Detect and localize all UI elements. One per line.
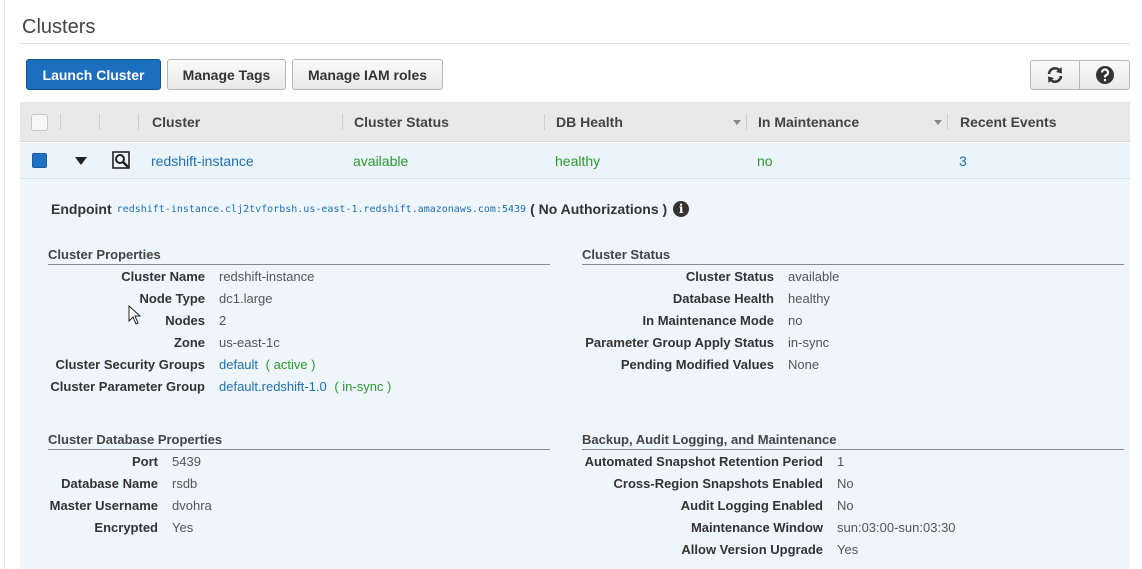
manage-tags-button[interactable]: Manage Tags (167, 59, 286, 90)
pending-values-value: None (788, 357, 820, 372)
cluster-status-value: available (788, 269, 840, 284)
param-apply-status-label: Parameter Group Apply Status (585, 335, 774, 350)
maintenance-mode-label: In Maintenance Mode (642, 313, 774, 328)
sort-caret-icon[interactable] (733, 120, 741, 125)
help-icon (1095, 66, 1114, 84)
backup-maintenance-section: Backup, Audit Logging, and Maintenance (582, 432, 1124, 450)
cross-region-value: No (837, 476, 854, 491)
magnifier-icon[interactable] (112, 151, 132, 171)
maintenance-mode-value: no (788, 313, 803, 328)
select-all-checkbox[interactable] (31, 114, 48, 131)
cluster-name-link[interactable]: redshift-instance (151, 143, 254, 179)
version-upgrade-label: Allow Version Upgrade (681, 542, 823, 557)
cross-region-label: Cross-Region Snapshots Enabled (613, 476, 823, 491)
parameter-group-value: default.redshift-1.0 ( in-sync ) (219, 376, 391, 398)
column-divider (138, 114, 139, 130)
cluster-properties-section: Cluster Properties (48, 247, 550, 265)
collapse-arrow-icon[interactable] (75, 157, 87, 165)
endpoint-value: redshift-instance.clj2tvforbsh.us-east-1… (116, 203, 527, 215)
section-title: Cluster Database Properties (48, 432, 550, 450)
version-upgrade-value: Yes (837, 542, 859, 557)
section-title: Backup, Audit Logging, and Maintenance (582, 432, 1124, 450)
cluster-status-section: Cluster Status (582, 247, 1124, 265)
audit-logging-value: No (837, 498, 854, 513)
section-title: Cluster Status (582, 247, 1124, 265)
cluster-details-panel: Endpoint redshift-instance.clj2tvforbsh.… (20, 179, 1130, 569)
section-title: Cluster Properties (48, 247, 550, 265)
manage-iam-roles-button[interactable]: Manage IAM roles (292, 59, 443, 90)
help-button[interactable] (1080, 60, 1130, 90)
column-divider (99, 114, 100, 130)
database-properties-section: Cluster Database Properties (48, 432, 550, 450)
launch-cluster-button[interactable]: Launch Cluster (26, 59, 161, 90)
endpoint-line: Endpoint redshift-instance.clj2tvforbsh.… (51, 201, 690, 217)
param-apply-status-value: in-sync (788, 335, 830, 350)
sort-caret-icon[interactable] (934, 120, 942, 125)
snapshot-retention-label: Automated Snapshot Retention Period (584, 454, 823, 469)
column-header-db-health[interactable]: DB Health (556, 102, 623, 142)
column-header-cluster-status[interactable]: Cluster Status (354, 102, 449, 142)
table-row[interactable]: redshift-instance available healthy no 3 (20, 143, 1130, 179)
column-header-recent-events[interactable]: Recent Events (960, 102, 1056, 142)
authorization-text: ( No Authorizations ) (530, 201, 668, 217)
maintenance-window-value: sun:03:00-sun:03:30 (837, 520, 956, 535)
refresh-button[interactable] (1030, 60, 1080, 90)
parameter-group-label: Cluster Parameter Group (50, 379, 205, 394)
left-border (4, 0, 5, 569)
database-health-label: Database Health (672, 291, 774, 306)
title-divider (20, 43, 1130, 44)
maintenance-window-label: Maintenance Window (690, 520, 823, 535)
parameter-group-link[interactable]: default.redshift-1.0 (219, 379, 327, 394)
database-health-value: healthy (788, 291, 830, 306)
column-divider (342, 114, 343, 130)
parameter-group-status: ( in-sync ) (334, 379, 392, 394)
column-divider (60, 114, 61, 130)
column-header-in-maintenance[interactable]: In Maintenance (758, 102, 859, 142)
page-title: Clusters (22, 16, 96, 38)
refresh-icon (1047, 67, 1063, 83)
recent-events-link[interactable]: 3 (959, 143, 967, 179)
snapshot-retention-value: 1 (837, 454, 845, 469)
db-health-cell: healthy (555, 153, 601, 169)
endpoint-label: Endpoint (51, 201, 112, 217)
column-header-cluster[interactable]: Cluster (152, 102, 200, 142)
info-icon[interactable]: i (673, 201, 690, 217)
audit-logging-label: Audit Logging Enabled (680, 498, 823, 513)
pending-values-label: Pending Modified Values (620, 357, 774, 372)
clusters-table-header: Cluster Cluster Status DB Health In Main… (20, 102, 1130, 142)
column-divider (746, 114, 747, 130)
row-checkbox[interactable] (32, 153, 47, 168)
column-divider (947, 114, 948, 130)
cluster-status-label: Cluster Status (685, 269, 774, 284)
cluster-status-cell: available (353, 153, 409, 169)
column-divider (544, 114, 545, 130)
in-maintenance-cell: no (757, 153, 773, 169)
mouse-pointer-icon (128, 305, 142, 325)
